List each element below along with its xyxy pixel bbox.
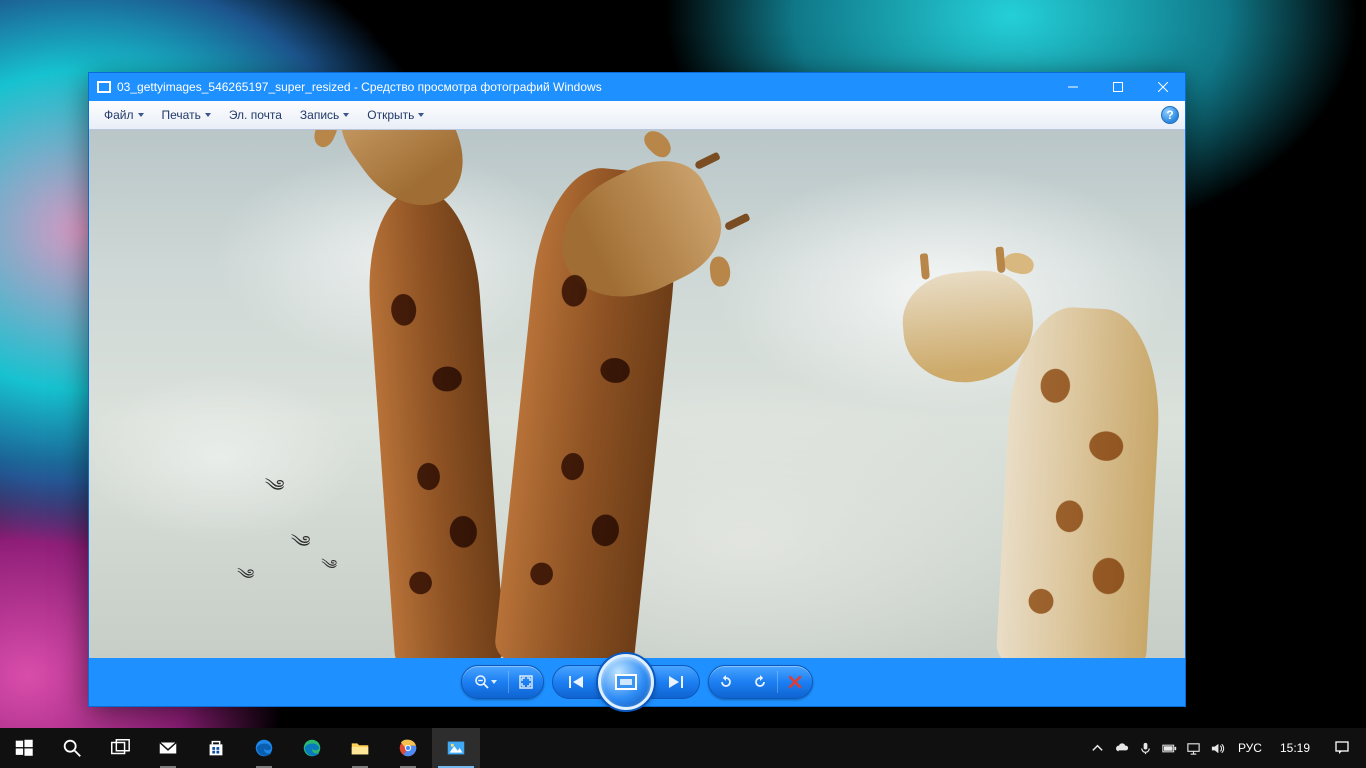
menu-file-label: Файл [104, 108, 134, 122]
edge-dev-icon [301, 737, 323, 759]
battery-tray-icon[interactable] [1158, 728, 1182, 768]
giraffe-figure [1005, 308, 1155, 658]
store-app-button[interactable] [192, 728, 240, 768]
menu-open[interactable]: Открыть [358, 104, 433, 126]
folder-icon [349, 737, 371, 759]
close-button[interactable] [1140, 73, 1185, 101]
action-center-icon [1334, 740, 1350, 756]
chrome-icon [397, 737, 419, 759]
app-icon [97, 81, 111, 93]
microphone-tray-icon[interactable] [1134, 728, 1158, 768]
delete-button[interactable] [778, 665, 812, 699]
edge-browser-button[interactable] [240, 728, 288, 768]
chevron-up-icon [1090, 741, 1105, 756]
file-explorer-button[interactable] [336, 728, 384, 768]
network-tray-icon[interactable] [1182, 728, 1206, 768]
chrome-browser-button[interactable] [384, 728, 432, 768]
maximize-button[interactable] [1095, 73, 1140, 101]
edge-dev-browser-button[interactable] [288, 728, 336, 768]
rotate-ccw-button[interactable] [709, 665, 743, 699]
help-icon: ? [1166, 108, 1173, 122]
show-hidden-icons-button[interactable] [1086, 728, 1110, 768]
clock[interactable]: 15:19 [1270, 741, 1320, 755]
task-view-button[interactable] [96, 728, 144, 768]
menu-print[interactable]: Печать [153, 104, 220, 126]
viewer-controls [89, 658, 1185, 706]
volume-tray-icon[interactable] [1206, 728, 1230, 768]
chevron-down-icon [491, 680, 497, 684]
window-title: 03_gettyimages_546265197_super_resized -… [117, 80, 1050, 94]
menu-burn[interactable]: Запись [291, 104, 358, 126]
fit-window-button[interactable] [509, 665, 543, 699]
window-controls [1050, 73, 1185, 101]
photo-viewer-icon [445, 737, 467, 759]
taskbar: РУС 15:19 [0, 728, 1366, 768]
menu-print-label: Печать [162, 108, 201, 122]
start-button[interactable] [0, 728, 48, 768]
chevron-down-icon [138, 113, 144, 117]
next-button[interactable] [648, 665, 700, 699]
bird-silhouette: ༄ [265, 468, 285, 513]
taskbar-right: РУС 15:19 [1086, 728, 1366, 768]
minimize-button[interactable] [1050, 73, 1095, 101]
image-viewport[interactable]: ༄ ༄ ༄ ༄ [89, 130, 1185, 658]
slideshow-button[interactable] [598, 654, 654, 710]
titlebar[interactable]: 03_gettyimages_546265197_super_resized -… [89, 73, 1185, 101]
volume-icon [1210, 741, 1225, 756]
clock-label: 15:19 [1280, 741, 1310, 755]
help-button[interactable]: ? [1161, 106, 1179, 124]
edge-icon [253, 737, 275, 759]
displayed-image: ༄ ༄ ༄ ༄ [89, 130, 1185, 658]
language-indicator[interactable]: РУС [1230, 741, 1270, 755]
taskbar-left [0, 728, 480, 768]
menu-open-label: Открыть [367, 108, 414, 122]
menu-email-label: Эл. почта [229, 108, 282, 122]
microphone-icon [1138, 741, 1153, 756]
chevron-down-icon [343, 113, 349, 117]
menubar: Файл Печать Эл. почта Запись Открыть ? [89, 101, 1185, 130]
photo-viewer-window: 03_gettyimages_546265197_super_resized -… [88, 72, 1186, 707]
action-center-button[interactable] [1320, 728, 1364, 768]
task-view-icon [109, 737, 131, 759]
zoom-group [461, 665, 544, 699]
zoom-button[interactable] [462, 665, 508, 699]
bird-silhouette: ༄ [237, 558, 254, 598]
menu-file[interactable]: Файл [95, 104, 153, 126]
battery-icon [1162, 741, 1177, 756]
windows-logo-icon [13, 737, 35, 759]
giraffe-figure [379, 188, 489, 658]
menu-burn-label: Запись [300, 108, 339, 122]
navigation-cluster [552, 654, 700, 710]
edit-group [708, 665, 813, 699]
mail-icon [157, 737, 179, 759]
chevron-down-icon [205, 113, 211, 117]
store-icon [205, 737, 227, 759]
mail-app-button[interactable] [144, 728, 192, 768]
previous-button[interactable] [552, 665, 604, 699]
bird-silhouette: ༄ [321, 550, 337, 587]
slideshow-icon [615, 674, 637, 690]
search-icon [61, 737, 83, 759]
language-label: РУС [1238, 741, 1262, 755]
bird-silhouette: ༄ [291, 524, 311, 569]
network-icon [1186, 741, 1201, 756]
photo-viewer-taskbar-button[interactable] [432, 728, 480, 768]
onedrive-tray-icon[interactable] [1110, 728, 1134, 768]
search-button[interactable] [48, 728, 96, 768]
giraffe-figure [519, 168, 659, 658]
rotate-cw-button[interactable] [743, 665, 777, 699]
cloud-icon [1114, 741, 1129, 756]
chevron-down-icon [418, 113, 424, 117]
menu-email[interactable]: Эл. почта [220, 104, 291, 126]
